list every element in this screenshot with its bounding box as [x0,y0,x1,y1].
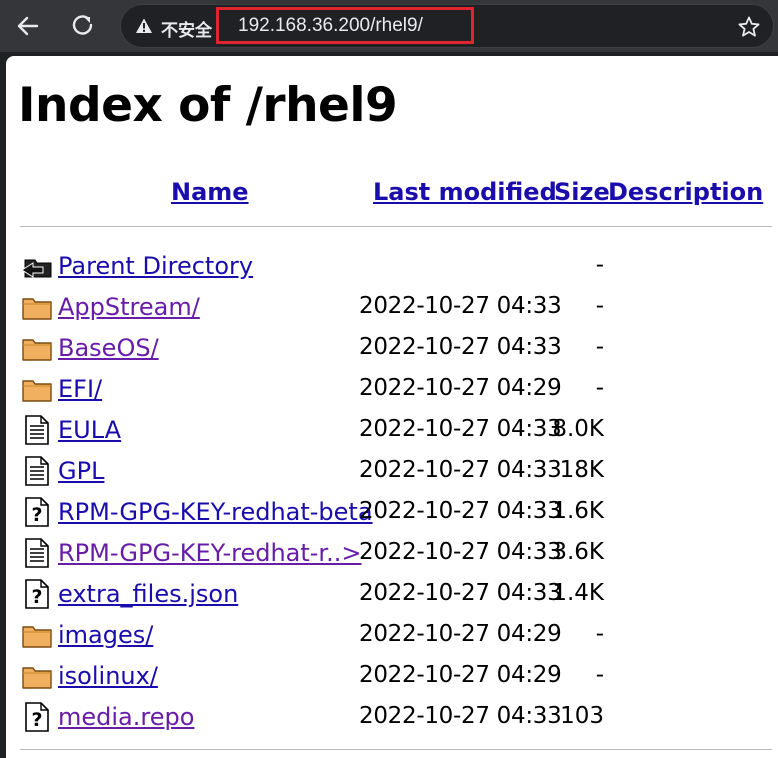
folder-icon [21,660,53,692]
file-modified-date: 2022-10-27 04:33 [359,416,562,442]
column-header-name[interactable]: Name [171,178,249,206]
text-file-icon [21,537,53,569]
browser-toolbar: 不安全 192.168.36.200/rhel9/ [0,0,778,52]
svg-text:?: ? [31,709,42,731]
folder-icon [21,373,53,405]
file-row: Parent Directory - [6,246,778,287]
back-folder-icon [21,250,53,282]
file-modified-date: 2022-10-27 04:33 [359,580,562,606]
file-link[interactable]: isolinux/ [58,662,158,690]
unknown-file-icon: ? [21,496,53,528]
file-row: ? RPM-GPG-KEY-redhat-beta 2022-10-27 04:33… [6,492,778,533]
folder-icon [21,291,53,323]
file-row: isolinux/2022-10-27 04:29 - [6,656,778,697]
file-size: 3.6K [552,539,604,565]
file-size: - [595,662,604,688]
file-modified-date: 2022-10-27 04:29 [359,662,562,688]
text-file-icon [21,414,53,446]
file-modified-date: 2022-10-27 04:33 [359,539,562,565]
file-link[interactable]: RPM-GPG-KEY-redhat-beta [58,498,373,526]
file-link[interactable]: media.repo [58,703,194,731]
file-size: 103 [560,703,604,729]
svg-text:?: ? [31,504,42,526]
folder-icon [21,619,53,651]
file-link[interactable]: EULA [58,416,121,444]
file-link[interactable]: Parent Directory [58,252,253,280]
column-header-description[interactable]: Description [608,178,763,206]
file-link[interactable]: extra_files.json [58,580,238,608]
file-row: ? media.repo 2022-10-27 04:33 103 [6,697,778,738]
page-viewport: Index of /rhel9 Name Last modified Size … [6,56,778,758]
divider-top [20,226,772,227]
file-modified-date: 2022-10-27 04:29 [359,375,562,401]
column-header-last-modified[interactable]: Last modified [373,178,557,206]
file-row: RPM-GPG-KEY-redhat-r..> 2022-10-27 04:33 3… [6,533,778,574]
file-link[interactable]: BaseOS/ [58,334,159,362]
url-text[interactable]: 192.168.36.200/rhel9/ [238,15,423,37]
file-size: - [595,334,604,360]
file-link[interactable]: RPM-GPG-KEY-redhat-r..> [58,539,361,567]
arrow-left-icon [17,16,39,36]
file-size: 18K [559,457,604,483]
file-size: 1.6K [552,498,604,524]
address-bar[interactable]: 不安全 192.168.36.200/rhel9/ [120,4,774,48]
file-row: AppStream/2022-10-27 04:33 - [6,287,778,328]
column-header-size[interactable]: Size [554,178,610,206]
file-link[interactable]: EFI/ [58,375,102,403]
file-row: ? extra_files.json 2022-10-27 04:33 1.4K [6,574,778,615]
file-modified-date: 2022-10-27 04:33 [359,334,562,360]
security-status-label[interactable]: 不安全 [161,16,212,41]
file-row: BaseOS/2022-10-27 04:33 - [6,328,778,369]
text-file-icon [21,455,53,487]
unknown-file-icon: ? [21,701,53,733]
file-row: GPL 2022-10-27 04:33 18K [6,451,778,492]
file-size: - [595,621,604,647]
file-row: EFI/2022-10-27 04:29 - [6,369,778,410]
folder-icon [21,332,53,364]
file-modified-date: 2022-10-27 04:33 [359,703,562,729]
svg-text:?: ? [31,586,42,608]
reload-button[interactable] [65,8,101,44]
file-size: - [595,293,604,319]
file-modified-date: 2022-10-27 04:33 [359,457,562,483]
divider-bottom [20,749,772,750]
file-size: - [595,375,604,401]
file-link[interactable]: GPL [58,457,104,485]
file-size: 1.4K [552,580,604,606]
unknown-file-icon: ? [21,578,53,610]
file-row: EULA 2022-10-27 04:33 8.0K [6,410,778,451]
file-size: - [595,252,604,278]
file-link[interactable]: AppStream/ [58,293,200,321]
file-link[interactable]: images/ [58,621,153,649]
page-title: Index of /rhel9 [18,78,398,133]
file-modified-date: 2022-10-27 04:33 [359,498,562,524]
reload-icon [72,15,93,35]
star-icon[interactable] [737,15,761,39]
back-button[interactable] [10,8,46,44]
file-modified-date: 2022-10-27 04:33 [359,293,562,319]
file-modified-date: 2022-10-27 04:29 [359,621,562,647]
file-size: 8.0K [552,416,604,442]
warning-triangle-icon[interactable] [135,17,153,35]
file-row: images/2022-10-27 04:29 - [6,615,778,656]
